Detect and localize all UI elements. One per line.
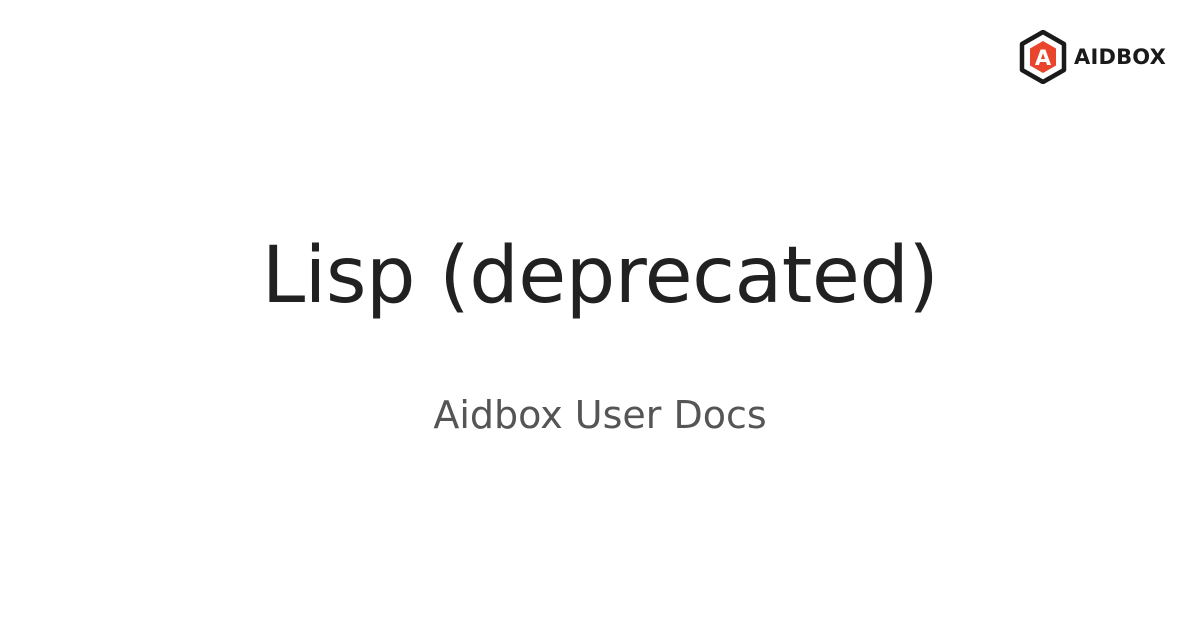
aidbox-hexagon-icon: A xyxy=(1019,30,1067,84)
page-title: Lisp (deprecated) xyxy=(261,231,939,321)
logo-letter: A xyxy=(1035,46,1052,70)
aidbox-logo: A AIDBOX xyxy=(1019,30,1166,84)
page-subtitle: Aidbox User Docs xyxy=(433,393,767,437)
social-preview-card: A AIDBOX Lisp (deprecated) Aidbox User D… xyxy=(0,0,1200,630)
logo-wordmark: AIDBOX xyxy=(1074,44,1166,69)
